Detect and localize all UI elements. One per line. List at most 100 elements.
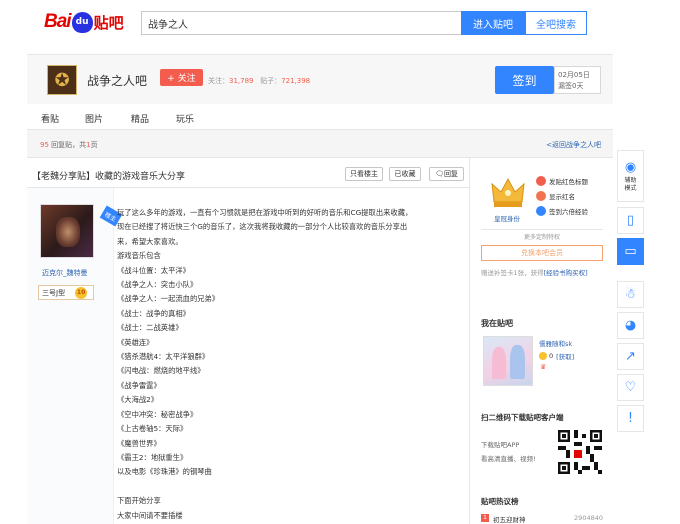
author-column: 楼主 迈克尔_魏特曼 三号J型 10 [27,188,123,524]
accessibility-icon: ◉ [624,159,637,175]
tab-featured[interactable]: 精品 [131,112,149,125]
forum-header: ✪ 战争之人吧 + 关注 关注：31,789 贴子：721,398 签到 02月… [27,54,613,104]
bear-button[interactable]: ◕ [617,312,644,339]
author-only-button[interactable]: 只看楼主 [345,167,383,181]
bear-icon: ◕ [624,318,637,333]
thread-info-strip: 95 回复贴，共1页 <返回战争之人吧 [27,130,613,158]
follow-button[interactable]: + 关注 [160,69,203,86]
more-privileges-link[interactable]: 更多定制特权 [481,229,603,241]
post-line: 《上古卷轴5：天际》 [117,424,188,434]
download-app-button[interactable]: ▯ [617,207,644,234]
top-search-bar: Bai du 贴吧 进入贴吧 全吧搜索 [0,0,680,46]
pentagram-icon: ✪ [54,69,70,91]
crown-identity-label: 皇冠身份 [494,215,520,223]
post-count: 721,398 [281,77,311,85]
post-line: 《闪电战：燃烧的地平线》 [117,366,205,376]
chat-button[interactable]: ▭ [617,238,644,265]
post-line: 来，希望大家喜欢。 [117,236,183,246]
post-line: 《战士：二战英雄》 [117,323,183,333]
post-line: 以及电影《珍珠港》的钢琴曲 [117,467,212,477]
post-line: 下面开始分享 [117,496,161,506]
forum-name[interactable]: 战争之人吧 [87,72,147,89]
coin-icon [539,352,547,360]
tab-posts[interactable]: 看贴 [41,112,59,125]
search-input[interactable] [141,11,461,35]
get-coin-link[interactable]: [获取] [556,351,574,361]
red-name-icon [536,191,546,201]
mascot-button[interactable]: ☃ [617,281,644,308]
assist-mode-button[interactable]: ◉ 辅助 模式 [617,150,644,202]
enter-bar-button[interactable]: 进入贴吧 [461,11,525,35]
post-line [117,480,462,494]
hot-topic-text: 初五迎财神 [493,516,526,524]
qr-download-title: 扫二维码下载贴吧客户端 [481,413,564,422]
report-button[interactable]: ! [617,405,644,432]
post-line: 《英雄连》 [117,337,154,347]
assist-mode-label: 辅助 模式 [624,176,637,192]
qr-code-icon [558,430,602,474]
reply-number: 95 [40,141,49,149]
hot-topic-item[interactable]: 1 初五迎财神 2904840 [481,514,603,524]
back-to-forum-link[interactable]: <返回战争之人吧 [546,140,601,150]
my-username[interactable]: 儒雅随和sk [539,338,572,348]
exp-book-link[interactable]: [经验书购买权] [544,269,588,277]
user-badge-icon: ♛ [540,363,547,371]
my-avatar[interactable] [483,336,533,386]
signin-info: 02月05日 漏签0天 [554,66,601,94]
chat-icon: ▭ [624,244,637,259]
privilege-red-name-text: 显示红名 [549,193,575,201]
tab-images[interactable]: 图片 [85,112,103,125]
forum-tabs: 看贴 图片 精品 玩乐 [27,104,613,130]
reply-button[interactable]: 🗨 回复 [429,167,464,181]
author-level-badge[interactable]: 三号J型 10 [38,285,94,300]
post-line: 《猎杀潜航4：太平洋狼群》 [117,352,210,362]
author-level-title: 三号J型 [42,288,66,297]
comment-icon: 🗨 [435,170,444,178]
post-line: 《空中冲突：秘密战争》 [117,409,198,419]
exchange-member-button[interactable]: 兑换本吧会员 [481,245,603,261]
post-line: 《魔兽世界》 [117,438,161,448]
signin-missed-days: 漏签0天 [558,82,584,90]
post-line: 大家中间请不要插楼 [117,510,183,520]
my-tbean: 0 [获取] [539,351,574,361]
qr-live-video-text: 看高清直播、视频! [481,455,536,463]
post-line: 游戏音乐包含 [117,251,161,261]
privilege-red-title: 发贴红色标题 [536,176,588,186]
my-tieba-title: 我在贴吧 [481,319,513,328]
post-line: 《战争之人：一起流血的兄弟》 [117,294,220,304]
heart-icon: ♡ [624,380,637,395]
phone-download-icon: ▯ [626,213,635,228]
hot-rank: 1 [481,514,489,522]
tcard-info: 赠送补签卡1张，获得[经验书购买权] [481,267,588,277]
follow-count: 31,789 [229,77,254,85]
reply-count: 95 回复贴，共1页 [40,140,98,150]
privilege-signin-exp-text: 签到六倍经验 [549,208,588,216]
forum-avatar[interactable]: ✪ [47,65,77,95]
logo-paw-icon: du [71,11,93,33]
reply-text: 回复贴，共 [51,141,87,149]
crown-icon [491,177,525,207]
logo-tieba-text: 贴吧 [93,13,124,32]
privilege-red-title-text: 发贴红色标题 [549,178,588,186]
privilege-signin-exp: 签到六倍经验 [536,206,588,216]
thread-title-row: 【老魏分享贴】收藏的游戏音乐大分享 只看楼主 已收藏 🗨 回复 [27,158,469,188]
baidu-tieba-logo[interactable]: Bai du 贴吧 [44,8,124,36]
favorite-button[interactable]: ♡ [617,374,644,401]
tab-fun[interactable]: 玩乐 [176,112,194,125]
share-button[interactable]: ↗ [617,343,644,370]
author-avatar[interactable]: 楼主 [40,204,123,258]
post-line: 《战士：战争的真相》 [117,308,190,318]
post-line: 《战争之人：突击小队》 [117,280,198,290]
post-line: 《霸王2：地狱重生》 [117,452,188,462]
post-line: 玩了这么多年的游戏，一直有个习惯就是把在游戏中听到的好听的音乐和CG提取出来收藏… [117,208,413,217]
forum-stats: 关注：31,789 贴子：721,398 [208,76,310,86]
collect-button[interactable]: 已收藏 [389,167,421,181]
signin-button[interactable]: 签到 [495,66,554,94]
red-title-icon [536,176,546,186]
share-icon: ↗ [625,349,636,364]
first-post: 楼主 迈克尔_魏特曼 三号J型 10 玩了这么多年的游戏，一直有个习惯就是把在游… [27,188,469,524]
author-name[interactable]: 迈克尔_魏特曼 [42,268,88,278]
search-all-bars-button[interactable]: 全吧搜索 [525,11,587,35]
author-level-number: 10 [75,286,88,299]
post-line: 现在已经搜了将近快三个G的音乐了，这次我将我收藏的一部分个人比较喜欢的音乐分享出 [117,222,408,232]
